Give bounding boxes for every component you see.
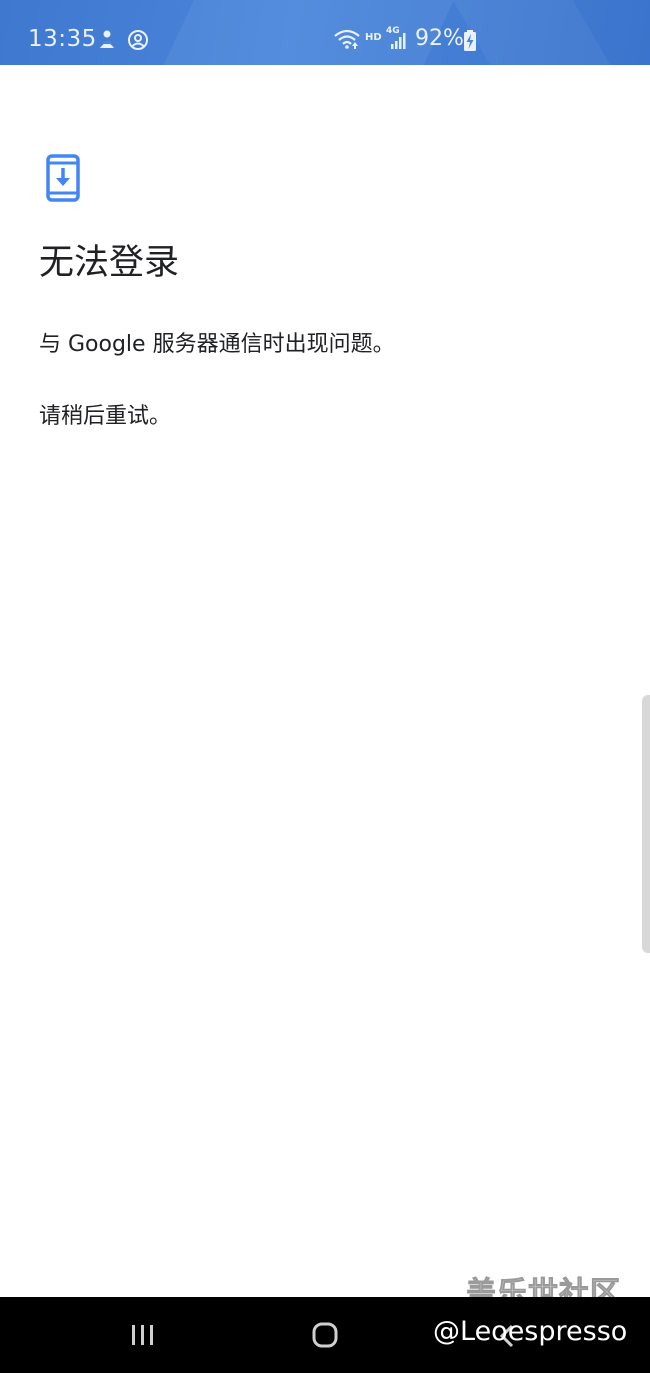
edge-panel-handle[interactable] xyxy=(642,695,650,953)
account-icon xyxy=(128,30,148,50)
hd-label: HD xyxy=(365,32,382,43)
error-message: 与 Google 服务器通信时出现问题。 xyxy=(39,332,395,357)
phone-download-icon xyxy=(46,154,80,202)
home-button[interactable] xyxy=(312,1322,338,1348)
notification-icon xyxy=(100,30,114,48)
signal-icon xyxy=(391,33,406,49)
battery-percent: 92% xyxy=(415,26,464,51)
retry-hint: 请稍后重试。 xyxy=(39,404,172,429)
battery-charging-icon xyxy=(464,30,476,51)
page-title: 无法登录 xyxy=(39,243,180,283)
status-bar: 13:35 HD 4G 92% xyxy=(0,0,650,65)
recent-apps-button[interactable] xyxy=(130,1323,156,1347)
wifi-icon xyxy=(334,29,360,49)
status-time: 13:35 xyxy=(28,26,97,52)
watermark-handle: @Leoespresso xyxy=(433,1316,628,1347)
